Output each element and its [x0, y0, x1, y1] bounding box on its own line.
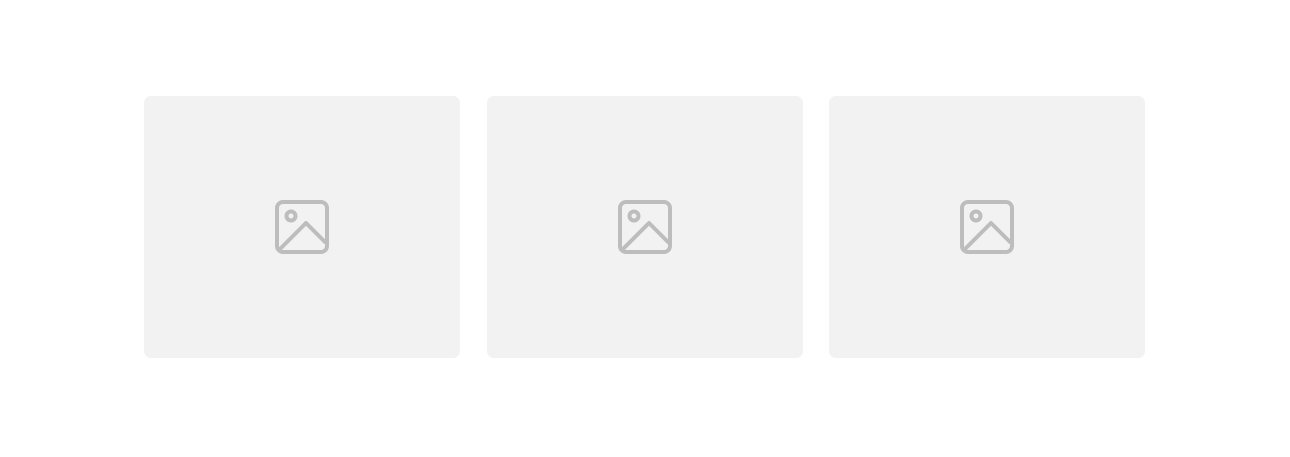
image-placeholder-card-3[interactable] — [829, 96, 1145, 358]
image-placeholder-card-2[interactable] — [487, 96, 803, 358]
image-placeholder-icon — [274, 199, 330, 255]
image-placeholder-icon — [617, 199, 673, 255]
image-gallery — [0, 0, 1290, 457]
image-placeholder-card-1[interactable] — [144, 96, 460, 358]
image-placeholder-icon — [959, 199, 1015, 255]
